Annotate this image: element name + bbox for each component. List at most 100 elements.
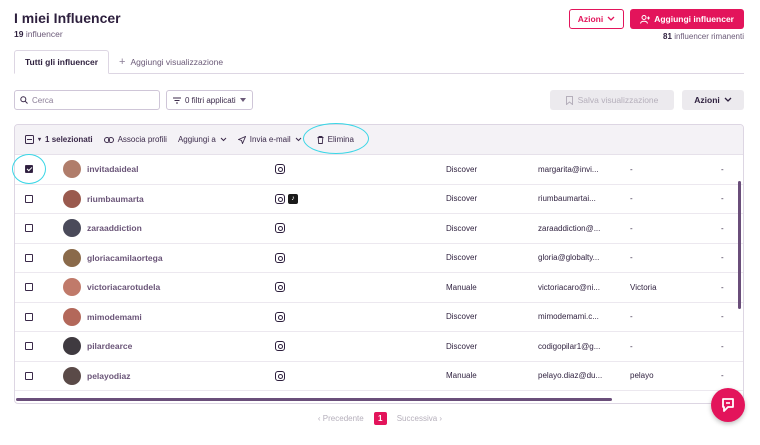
select-minus-icon: [25, 135, 34, 144]
name-cell: -: [630, 341, 633, 351]
actions-dropdown-button[interactable]: Azioni: [568, 9, 625, 29]
influencer-username[interactable]: riumbaumarta: [87, 194, 144, 204]
platform-icons: [275, 282, 285, 293]
chevron-down-icon: [220, 137, 227, 142]
tab-add-view[interactable]: + Aggiungi visualizzazione: [109, 50, 233, 74]
source-cell: Discover: [446, 253, 478, 263]
filters-button[interactable]: 0 filtri applicati: [166, 90, 253, 110]
instagram-icon: [275, 252, 285, 263]
table-row[interactable]: mimodemami Discover mimodemami.c... - -: [15, 303, 743, 332]
avatar: [63, 337, 81, 356]
page-header: I miei Influencer 19 influencer: [14, 10, 121, 39]
source-cell: Discover: [446, 194, 478, 204]
extra-cell: -: [721, 194, 724, 204]
search-input[interactable]: Cerca: [14, 90, 160, 110]
table-row[interactable]: pilardearce Discover codigopilar1@g... - -: [15, 332, 743, 362]
associate-profiles-button[interactable]: Associa profili: [103, 135, 167, 144]
source-cell: Manuale: [446, 282, 477, 292]
instagram-icon: [275, 164, 285, 175]
influencer-username[interactable]: invitadaideal: [87, 164, 139, 174]
influencer-username[interactable]: victoriacarotudela: [87, 282, 160, 292]
row-checkbox[interactable]: [25, 253, 33, 262]
table-row[interactable]: invitadaideal Discover margarita@invi... - -: [15, 155, 743, 185]
extra-cell: -: [721, 164, 724, 174]
row-checkbox[interactable]: [25, 371, 33, 380]
send-email-button[interactable]: Invia e-mail: [237, 135, 302, 144]
extra-cell: -: [721, 341, 724, 351]
prev-page-button[interactable]: ‹ Precedente: [318, 414, 364, 423]
table-actions-button[interactable]: Azioni: [682, 90, 744, 110]
vertical-scrollbar[interactable]: [738, 181, 741, 309]
influencer-username[interactable]: gloriacamilaortega: [87, 253, 163, 263]
influencer-username[interactable]: pilardearce: [87, 341, 132, 351]
name-cell: -: [630, 312, 633, 322]
selection-toggle[interactable]: ▾ 1 selezionati: [25, 135, 93, 144]
extra-cell: -: [721, 223, 724, 233]
platform-icons: [275, 164, 285, 175]
table-row[interactable]: victoriacarotudela Manuale victoriacaro@ni…: [15, 273, 743, 303]
tiktok-icon: ♪: [288, 193, 298, 204]
table-body: invitadaideal Discover margarita@invi... - -…: [15, 155, 743, 391]
trash-icon: [317, 135, 324, 144]
email-cell: codigopilar1@g...: [538, 341, 601, 351]
add-user-icon: [640, 14, 651, 24]
link-icon: [103, 136, 114, 143]
chevron-down-icon: [607, 16, 615, 21]
bulk-actions-bar: ▾ 1 selezionati Associa profili Aggiungi…: [15, 125, 743, 155]
current-page[interactable]: 1: [373, 412, 387, 425]
row-checkbox[interactable]: [25, 312, 33, 321]
next-page-button[interactable]: Successiva ›: [397, 414, 442, 423]
influencer-username[interactable]: mimodemami: [87, 312, 142, 322]
bookmark-icon: [565, 95, 573, 105]
add-to-button[interactable]: Aggiungi a: [178, 135, 227, 144]
help-chat-button[interactable]: [711, 388, 745, 422]
row-checkbox[interactable]: [25, 194, 33, 203]
view-tabs: Tutti gli influencer + Aggiungi visualiz…: [14, 50, 744, 74]
instagram-icon: [275, 311, 285, 322]
row-checkbox[interactable]: [25, 165, 33, 174]
chevron-down-icon: ▾: [38, 137, 42, 143]
pagination: ‹ Precedente 1 Successiva ›: [0, 412, 760, 425]
name-cell: -: [630, 223, 633, 233]
platform-icons: [275, 341, 285, 352]
platform-icons: ♪: [275, 193, 298, 204]
row-checkbox[interactable]: [25, 342, 33, 351]
platform-icons: [275, 311, 285, 322]
avatar: [63, 278, 81, 297]
row-checkbox[interactable]: [25, 224, 33, 233]
email-cell: riumbaumartai...: [538, 194, 596, 204]
tab-all-influencers[interactable]: Tutti gli influencer: [14, 50, 110, 74]
instagram-icon: [275, 223, 285, 234]
name-cell: Victoria: [630, 282, 657, 292]
influencer-table: ▾ 1 selezionati Associa profili Aggiungi…: [14, 124, 744, 404]
email-cell: pelayo.diaz@du...: [538, 371, 603, 381]
search-icon: [20, 96, 28, 104]
name-cell: pelayo: [630, 371, 654, 381]
save-view-button[interactable]: Salva visualizzazione: [550, 90, 674, 110]
chevron-down-icon: [724, 97, 732, 102]
extra-cell: -: [721, 312, 724, 322]
influencer-username[interactable]: pelayodiaz: [87, 371, 130, 381]
name-cell: -: [630, 253, 633, 263]
avatar: [63, 219, 81, 238]
toolbar: Cerca 0 filtri applicati Salva visualizz…: [14, 90, 744, 110]
influencer-username[interactable]: zaraaddiction: [87, 223, 142, 233]
instagram-icon: [275, 341, 285, 352]
send-icon: [237, 135, 246, 144]
extra-cell: -: [721, 371, 724, 381]
add-influencer-button[interactable]: Aggiungi influencer: [630, 9, 744, 29]
instagram-icon: [275, 282, 285, 293]
name-cell: -: [630, 194, 633, 204]
delete-button[interactable]: Elimina: [317, 135, 354, 144]
table-row[interactable]: riumbaumarta ♪ Discover riumbaumartai... - -: [15, 185, 743, 214]
table-row[interactable]: gloriacamilaortega Discover gloria@globalt…: [15, 244, 743, 273]
platform-icons: [275, 223, 285, 234]
extra-cell: -: [721, 282, 724, 292]
instagram-icon: [275, 193, 285, 204]
email-cell: victoriacaro@ni...: [538, 282, 600, 292]
table-row[interactable]: pelayodiaz Manuale pelayo.diaz@du... pelayo…: [15, 362, 743, 391]
source-cell: Discover: [446, 312, 478, 322]
table-row[interactable]: zaraaddiction Discover zaraaddiction@... - -: [15, 214, 743, 244]
row-checkbox[interactable]: [25, 283, 33, 292]
horizontal-scrollbar[interactable]: [16, 398, 612, 401]
